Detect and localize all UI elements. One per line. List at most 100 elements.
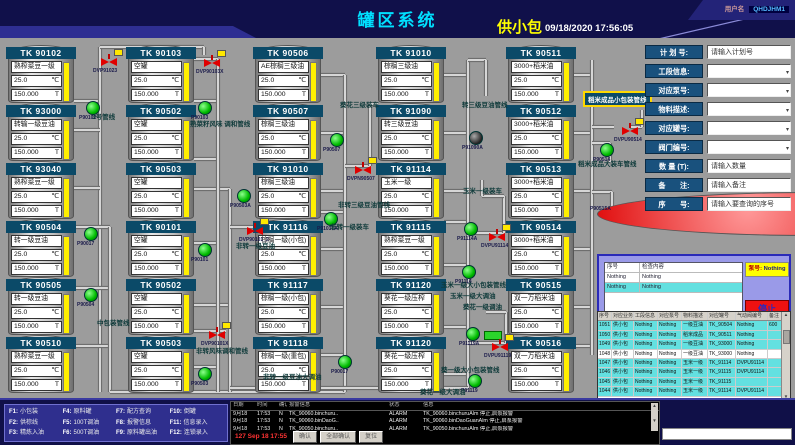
tank-tk-91114[interactable]: TK 91114玉米一级25.0℃150.000T (378, 161, 444, 219)
tank-tk-90516[interactable]: TK 90516双一万稻米油25.0℃150.000T (508, 335, 574, 393)
tank-level-bar (63, 352, 70, 392)
pump-p91119[interactable]: P91119 (468, 374, 482, 388)
cell: 信息 (421, 402, 659, 410)
form-select[interactable]: ▾ (707, 140, 791, 154)
tank-tk-91118[interactable]: TK 91118棕榈一级(重包)25.0℃150.000T (255, 335, 321, 393)
valve-dvp90101-2[interactable]: DVP90101_2 (247, 227, 263, 236)
tank-tk-90507[interactable]: TK 90507棕榈三级油25.0℃150.000T (255, 103, 321, 161)
form-select[interactable]: ▾ (707, 64, 791, 78)
pump-p91090a[interactable]: P91090A (469, 131, 483, 145)
fkey-f7[interactable]: F7:配方查询 (116, 407, 170, 418)
tank-tk-90502[interactable]: TK 90502空罐25.0℃150.000T (128, 103, 194, 161)
fkey-f2[interactable]: F2:供棕线 (9, 418, 63, 429)
table-row[interactable]: 1047供小包NothingNothing玉米一级TK_91114DVPU911… (598, 359, 782, 368)
tank-tk-91115[interactable]: TK 91115熟榨菜豆一级25.0℃150.000T (378, 219, 444, 277)
valve-label: DVPN90507 (347, 176, 375, 182)
pump-p90017[interactable]: P90017 (338, 355, 352, 369)
table-row[interactable]: 1045供小包NothingNothing玉米一级TK_91115 (598, 378, 782, 387)
tank-tk-90511[interactable]: TK 905113000+稻米油25.0℃150.000T (508, 45, 574, 103)
tank-tk-90513[interactable]: TK 905133000+稻米油25.0℃150.000T (508, 161, 574, 219)
alarm-scrollbar[interactable]: ▲▼ (651, 403, 658, 431)
check-table-row[interactable]: NothingNothing (605, 273, 742, 283)
table-row[interactable]: 1046供小包NothingNothing玉米一级TK_91115DVPU911… (598, 368, 782, 377)
scrollbar-thumb[interactable] (783, 330, 790, 344)
chevron-down-icon: ▾ (786, 86, 789, 97)
pump-p91114[interactable]: P91114 (462, 265, 476, 279)
tank-tk-91010[interactable]: TK 91010棕榈三级油25.0℃150.000T (255, 161, 321, 219)
reset-button[interactable]: 复位 (359, 431, 383, 443)
table-row[interactable]: 1048供小包NothingNothing一级豆油TK_93000Nothing (598, 350, 782, 359)
fkey-f9[interactable]: F9:原料罐出油 (116, 428, 170, 439)
valve-dvpu90514[interactable]: DVPU90514 (622, 127, 638, 136)
pump-p90507[interactable]: P90507 (330, 133, 344, 147)
tank-tk-90101[interactable]: TK 90101空罐25.0℃150.000T (128, 219, 194, 277)
valve-dvp90101x[interactable]: DVP90101X (209, 331, 225, 340)
pump-p90503[interactable]: P90503 (198, 367, 212, 381)
table-row[interactable]: 1050供小包NothingNothing稻米成品TK_90511Nothing (598, 331, 782, 340)
bottom-bar: F1:小包装F4:原料罐F7:配方查询F10:倒罐 F2:供棕线F5:100T调油… (0, 398, 795, 445)
tank-tk-90512[interactable]: TK 905123000+稻米油25.0℃150.000T (508, 103, 574, 161)
tank-material: 双一万稻米油 (511, 351, 562, 363)
tank-tk-90503[interactable]: TK 90503空罐25.0℃150.000T (128, 335, 194, 393)
tank-tk-91010[interactable]: TK 91010棕榈三级油25.0℃150.000T (378, 45, 444, 103)
fkey-f11[interactable]: F11:信息录入 (170, 418, 224, 429)
fkey-f6[interactable]: F6:500T调油 (63, 428, 117, 439)
tank-tk-91120[interactable]: TK 91120葵花一级压榨25.0℃150.000T (378, 335, 444, 393)
check-table-row[interactable]: NothingNothing (605, 283, 742, 293)
tank-tk-90502[interactable]: TK 90502空罐25.0℃150.000T (128, 277, 194, 335)
pump-p91114a[interactable]: P91114A (464, 222, 478, 236)
tank-tk-90503[interactable]: TK 90503空罐25.0℃150.000T (128, 161, 194, 219)
table-row[interactable]: 1049供小包NothingNothing一级豆油TK_93000Nothing (598, 340, 782, 349)
valve-dvp91023[interactable]: DVP91023 (101, 58, 117, 67)
pump-p90101[interactable]: P90101 (198, 243, 212, 257)
fkey-f1[interactable]: F1:小包装 (9, 407, 63, 418)
valve-dvp90103x[interactable]: DVP90103X (204, 59, 220, 68)
form-input[interactable]: 请输入备注 (707, 178, 791, 192)
valve-tag (502, 224, 511, 231)
pump-p90514[interactable]: P90514 (600, 143, 614, 157)
cell (768, 359, 782, 367)
form-input[interactable]: 请输入数量 (707, 159, 791, 173)
form-select[interactable]: ▾ (707, 121, 791, 135)
table-row[interactable]: 1051供小包NothingNothing一级豆油TK_90504Nothing… (598, 321, 782, 330)
tank-tk-90510[interactable]: TK 90510熟榨菜豆一级25.0℃150.000T (8, 335, 74, 393)
valve-dvpu91114[interactable]: DVPU91114 (489, 233, 505, 242)
valve-dvpn90507[interactable]: DVPN90507 (355, 166, 371, 175)
pump-p90017[interactable]: P90017 (84, 227, 98, 241)
ack-button[interactable]: 确认 (293, 431, 317, 443)
plan-table-scrollbar[interactable]: ▲▼ (781, 312, 790, 399)
tank-tk-93040[interactable]: TK 93040熟榨菜豆一级25.0℃150.000T (8, 161, 74, 219)
tank-tk-93000[interactable]: TK 93000转输一级豆油25.0℃150.000T (8, 103, 74, 161)
ack-all-button[interactable]: 全部确认 (320, 431, 356, 443)
fkey-f10[interactable]: F10:倒罐 (170, 407, 224, 418)
tank-tk-91120[interactable]: TK 91120葵花一级压榨25.0℃150.000T (378, 277, 444, 335)
pump-p90503a[interactable]: P90503A (237, 189, 251, 203)
tank-tk-90102[interactable]: TK 90102熟榨菜豆一级25.0℃150.000T (8, 45, 74, 103)
tank-tk-91117[interactable]: TK 91117棕榈一级(小包)25.0℃150.000T (255, 277, 321, 335)
cell (736, 378, 768, 386)
tank-tk-90505[interactable]: TK 90505转一级豆油25.0℃150.000T (8, 277, 74, 335)
fkey-f12[interactable]: F12:连锁录入 (170, 428, 224, 439)
tank-tk-90514[interactable]: TK 905143000+稻米油25.0℃150.000T (508, 219, 574, 277)
form-input[interactable]: 请输入要查询的序号 (707, 197, 791, 211)
pump-p91119a[interactable]: P91119A (466, 327, 480, 341)
valve-dvpu91119[interactable]: DVPU91119 (492, 343, 508, 352)
pump-p90103[interactable]: P90103 (198, 101, 212, 115)
fkey-f8[interactable]: F8:报警信息 (116, 418, 170, 429)
fkey-f3[interactable]: F3:精炼入油 (9, 428, 63, 439)
tank-tk-91090[interactable]: TK 91090转三级豆油25.0℃150.000T (378, 103, 444, 161)
alarm-row[interactable]: 9月1817:53NTK_90060.binchuru..ALARMTK_900… (231, 411, 659, 419)
form-input[interactable]: 请输入计划号 (707, 45, 791, 59)
form-select[interactable]: ▾ (707, 83, 791, 97)
tank-tk-90103[interactable]: TK 90103空罐25.0℃150.000T (128, 45, 194, 103)
fkey-f4[interactable]: F4:原料罐 (63, 407, 117, 418)
status-input-bar[interactable] (662, 428, 792, 440)
table-row[interactable]: 1044供小包NothingNothing玉米一级TK_91114DVPU911… (598, 387, 782, 396)
form-select[interactable]: ▾ (707, 102, 791, 116)
alarm-row[interactable]: 9月1817:53NTK_90060.binDaoG..ALARMTK_9006… (231, 418, 659, 426)
pump-p90504[interactable]: P90504 (84, 288, 98, 302)
tank-tk-90515[interactable]: TK 90515双一万稻米油25.0℃150.000T (508, 277, 574, 335)
fkey-f5[interactable]: F5:100T调油 (63, 418, 117, 429)
tank-tk-90504[interactable]: TK 90504转一级豆油25.0℃150.000T (8, 219, 74, 277)
tank-tk-90506[interactable]: TK 90506AE棕榈三级油25.0℃150.000T (255, 45, 321, 103)
